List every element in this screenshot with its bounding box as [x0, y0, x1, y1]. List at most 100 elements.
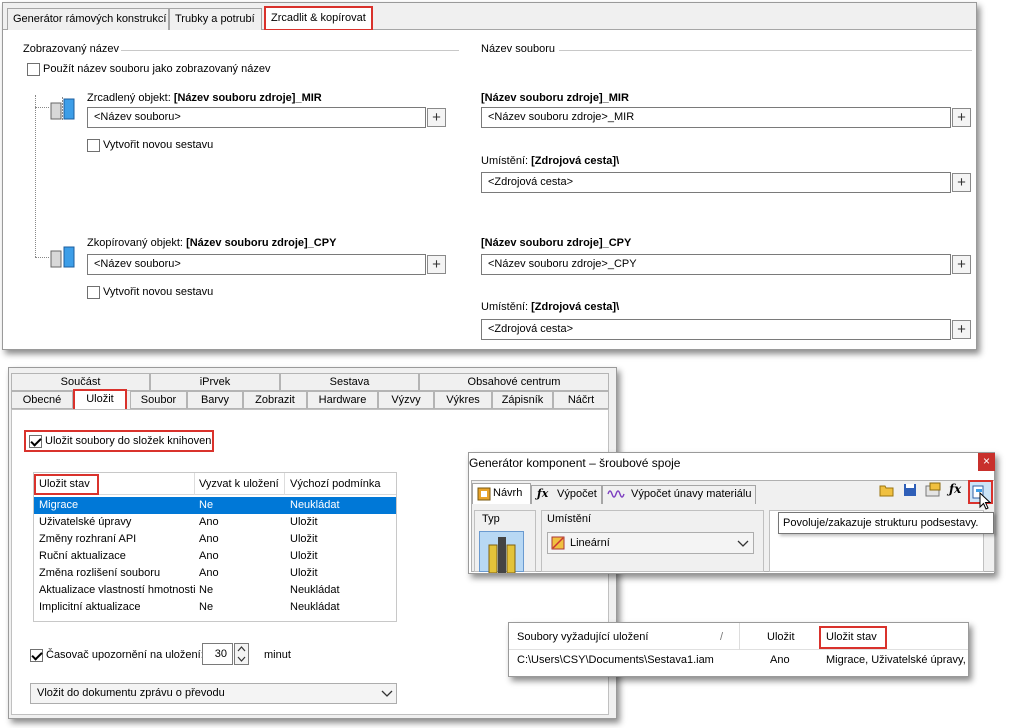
save-reminder-spinner[interactable]: 30: [202, 643, 233, 665]
conversion-report-dropdown[interactable]: Vložit do dokumentu zprávu o převodu: [30, 683, 397, 704]
tab-general[interactable]: Obecné: [11, 391, 73, 409]
mirror-filename-field[interactable]: <Název souboru zdroje>_MIR: [481, 107, 951, 128]
mirror-filename-plus-button[interactable]: +: [952, 108, 971, 127]
mirror-object-pattern: [Název souboru zdroje]_MIR: [173, 92, 322, 104]
bolted-connection-generator: Generátor komponent – šroubové spoje × N…: [468, 452, 995, 574]
mirror-location-field[interactable]: <Zdrojová cesta>: [481, 172, 951, 193]
mirror-copy-panel: Generátor rámových konstrukcí Trubky a p…: [2, 2, 977, 350]
cell-prompt: Ano: [199, 516, 219, 528]
save-reminder-checkbox[interactable]: [30, 649, 43, 662]
tab-design-label: Návrh: [493, 487, 523, 499]
table-row[interactable]: Implicitní aktualizace Ne Neukládat: [34, 599, 396, 616]
column-save-state[interactable]: Uložit stav: [39, 478, 90, 490]
linear-placement-icon: [551, 536, 565, 550]
typ-label: Typ: [482, 513, 500, 525]
table-row[interactable]: Ruční aktualizace Ano Uložit: [34, 548, 396, 565]
copy-location-plus-button[interactable]: +: [952, 320, 971, 339]
cell-state: Migrace: [39, 499, 79, 511]
use-filename-checkbox[interactable]: [27, 63, 40, 76]
mirror-create-assembly-checkbox[interactable]: [87, 139, 100, 152]
copy-object-label: Zkopírovaný objekt: [Název souboru zdroj…: [87, 237, 336, 249]
copy-filename-field[interactable]: <Název souboru zdroje>_CPY: [481, 254, 951, 275]
chevron-up-icon[interactable]: [235, 644, 248, 654]
table-row[interactable]: Změny rozhraní API Ano Uložit: [34, 531, 396, 548]
column-divider: [284, 473, 285, 495]
column-save-state[interactable]: Uložit stav: [826, 631, 877, 643]
tab-drawing[interactable]: Výkres: [434, 391, 492, 409]
cell-state: Ruční aktualizace: [39, 550, 126, 562]
fx-toggle-icon[interactable]: ƒx: [949, 482, 961, 496]
column-files-to-save[interactable]: Soubory vyžadující uložení: [517, 631, 648, 643]
chevron-down-icon[interactable]: [381, 690, 393, 698]
tree-line: [35, 95, 36, 257]
cell-default: Neukládat: [290, 499, 340, 511]
tab-assembly[interactable]: Sestava: [280, 373, 419, 391]
cell-state: Aktualizace vlastností hmotnosti: [39, 584, 196, 596]
cell-state: Uživatelské úpravy: [39, 516, 132, 528]
tab-ifeature[interactable]: iPrvek: [150, 373, 280, 391]
tab-hardware[interactable]: Hardware: [307, 391, 378, 409]
copy-name-plus-button[interactable]: +: [427, 255, 446, 274]
cell-default: Uložit: [290, 567, 318, 579]
tab-prompts[interactable]: Výzvy: [378, 391, 434, 409]
copy-name-field[interactable]: <Název souboru>: [87, 254, 426, 275]
tab-content-center[interactable]: Obsahové centrum: [419, 373, 609, 391]
tab-sketch[interactable]: Náčrt: [553, 391, 609, 409]
chevron-down-icon[interactable]: [235, 654, 248, 664]
properties-icon[interactable]: [925, 482, 941, 497]
copy-create-assembly-label: Vytvořit novou sestavu: [103, 286, 214, 298]
tab-save[interactable]: Uložit: [73, 389, 127, 411]
copy-filename-plus-button[interactable]: +: [952, 255, 971, 274]
table-row[interactable]: Migrace Ne Neukládat: [34, 497, 396, 514]
tree-line: [35, 257, 49, 258]
copy-part-icon: [50, 246, 75, 268]
cell-default: Uložit: [290, 533, 318, 545]
tooltip: Povoluje/zakazuje strukturu podsestavy.: [778, 512, 994, 534]
copy-create-assembly-checkbox[interactable]: [87, 286, 100, 299]
copy-location-label: Umístění: [Zdrojová cesta]\: [481, 301, 619, 313]
tab-tube-pipe[interactable]: Trubky a potrubí: [169, 8, 262, 30]
tab-frame-generator[interactable]: Generátor rámových konstrukcí: [7, 8, 169, 30]
placement-dropdown[interactable]: Lineární: [547, 532, 754, 554]
cell-prompt: Ano: [199, 567, 219, 579]
open-folder-icon[interactable]: [879, 483, 895, 497]
close-button[interactable]: ×: [978, 453, 995, 471]
column-default-condition[interactable]: Výchozí podmínka: [290, 478, 381, 490]
tab-mirror-copy[interactable]: Zrcadlit & kopírovat: [264, 6, 373, 31]
file-name-header: Název souboru: [481, 43, 555, 55]
tab-colors[interactable]: Barvy: [187, 391, 243, 409]
mirror-name-plus-button[interactable]: +: [427, 108, 446, 127]
mirror-create-assembly-label: Vytvořit novou sestavu: [103, 139, 214, 151]
table-row[interactable]: Aktualizace vlastností hmotnosti Ne Neuklá…: [34, 582, 396, 599]
save-state-grid: Uložit stav Vyzvat k uložení Výchozí pod…: [33, 472, 397, 622]
spinner-buttons[interactable]: [234, 643, 249, 665]
mirror-name-field[interactable]: <Název souboru>: [87, 107, 426, 128]
save-state-cell: Migrace, Uživatelské úpravy,: [826, 654, 966, 666]
file-path-cell[interactable]: C:\Users\CSY\Documents\Sestava1.iam: [517, 654, 714, 666]
tab-display[interactable]: Zobrazit: [243, 391, 307, 409]
mirror-location-plus-button[interactable]: +: [952, 173, 971, 192]
cell-state: Implicitní aktualizace: [39, 601, 141, 613]
location-prefix: Umístění:: [481, 301, 532, 313]
tab-notebook[interactable]: Zápisník: [492, 391, 553, 409]
column-prompt-to-save[interactable]: Vyzvat k uložení: [199, 478, 279, 490]
tab-file[interactable]: Soubor: [130, 391, 187, 409]
mirror-part-icon: [50, 97, 75, 121]
copy-location-field[interactable]: <Zdrojová cesta>: [481, 319, 951, 340]
cell-default: Uložit: [290, 550, 318, 562]
table-row[interactable]: Změna rozlišení souboru Ano Uložit: [34, 565, 396, 582]
chevron-down-icon[interactable]: [737, 540, 749, 548]
table-row[interactable]: Uživatelské úpravy Ano Uložit: [34, 514, 396, 531]
cell-state: Změny rozhraní API: [39, 533, 137, 545]
save-reminder-label: Časovač upozornění na uložení:: [46, 649, 204, 661]
save-library-checkbox[interactable]: [29, 435, 42, 448]
column-divider: [739, 623, 740, 650]
save-files-list: Soubory vyžadující uložení / Uložit Ulož…: [508, 622, 969, 677]
copy-filename-pattern: [Název souboru zdroje]_CPY: [481, 237, 632, 249]
save-library-label: Uložit soubory do složek knihoven: [45, 435, 212, 447]
column-resize-icon: /: [720, 631, 724, 643]
mirror-object-label: Zrcadlený objekt: [Název souboru zdroje]…: [87, 92, 322, 104]
save-icon[interactable]: [903, 483, 917, 497]
cell-default: Neukládat: [290, 584, 340, 596]
column-save[interactable]: Uložit: [767, 631, 795, 643]
